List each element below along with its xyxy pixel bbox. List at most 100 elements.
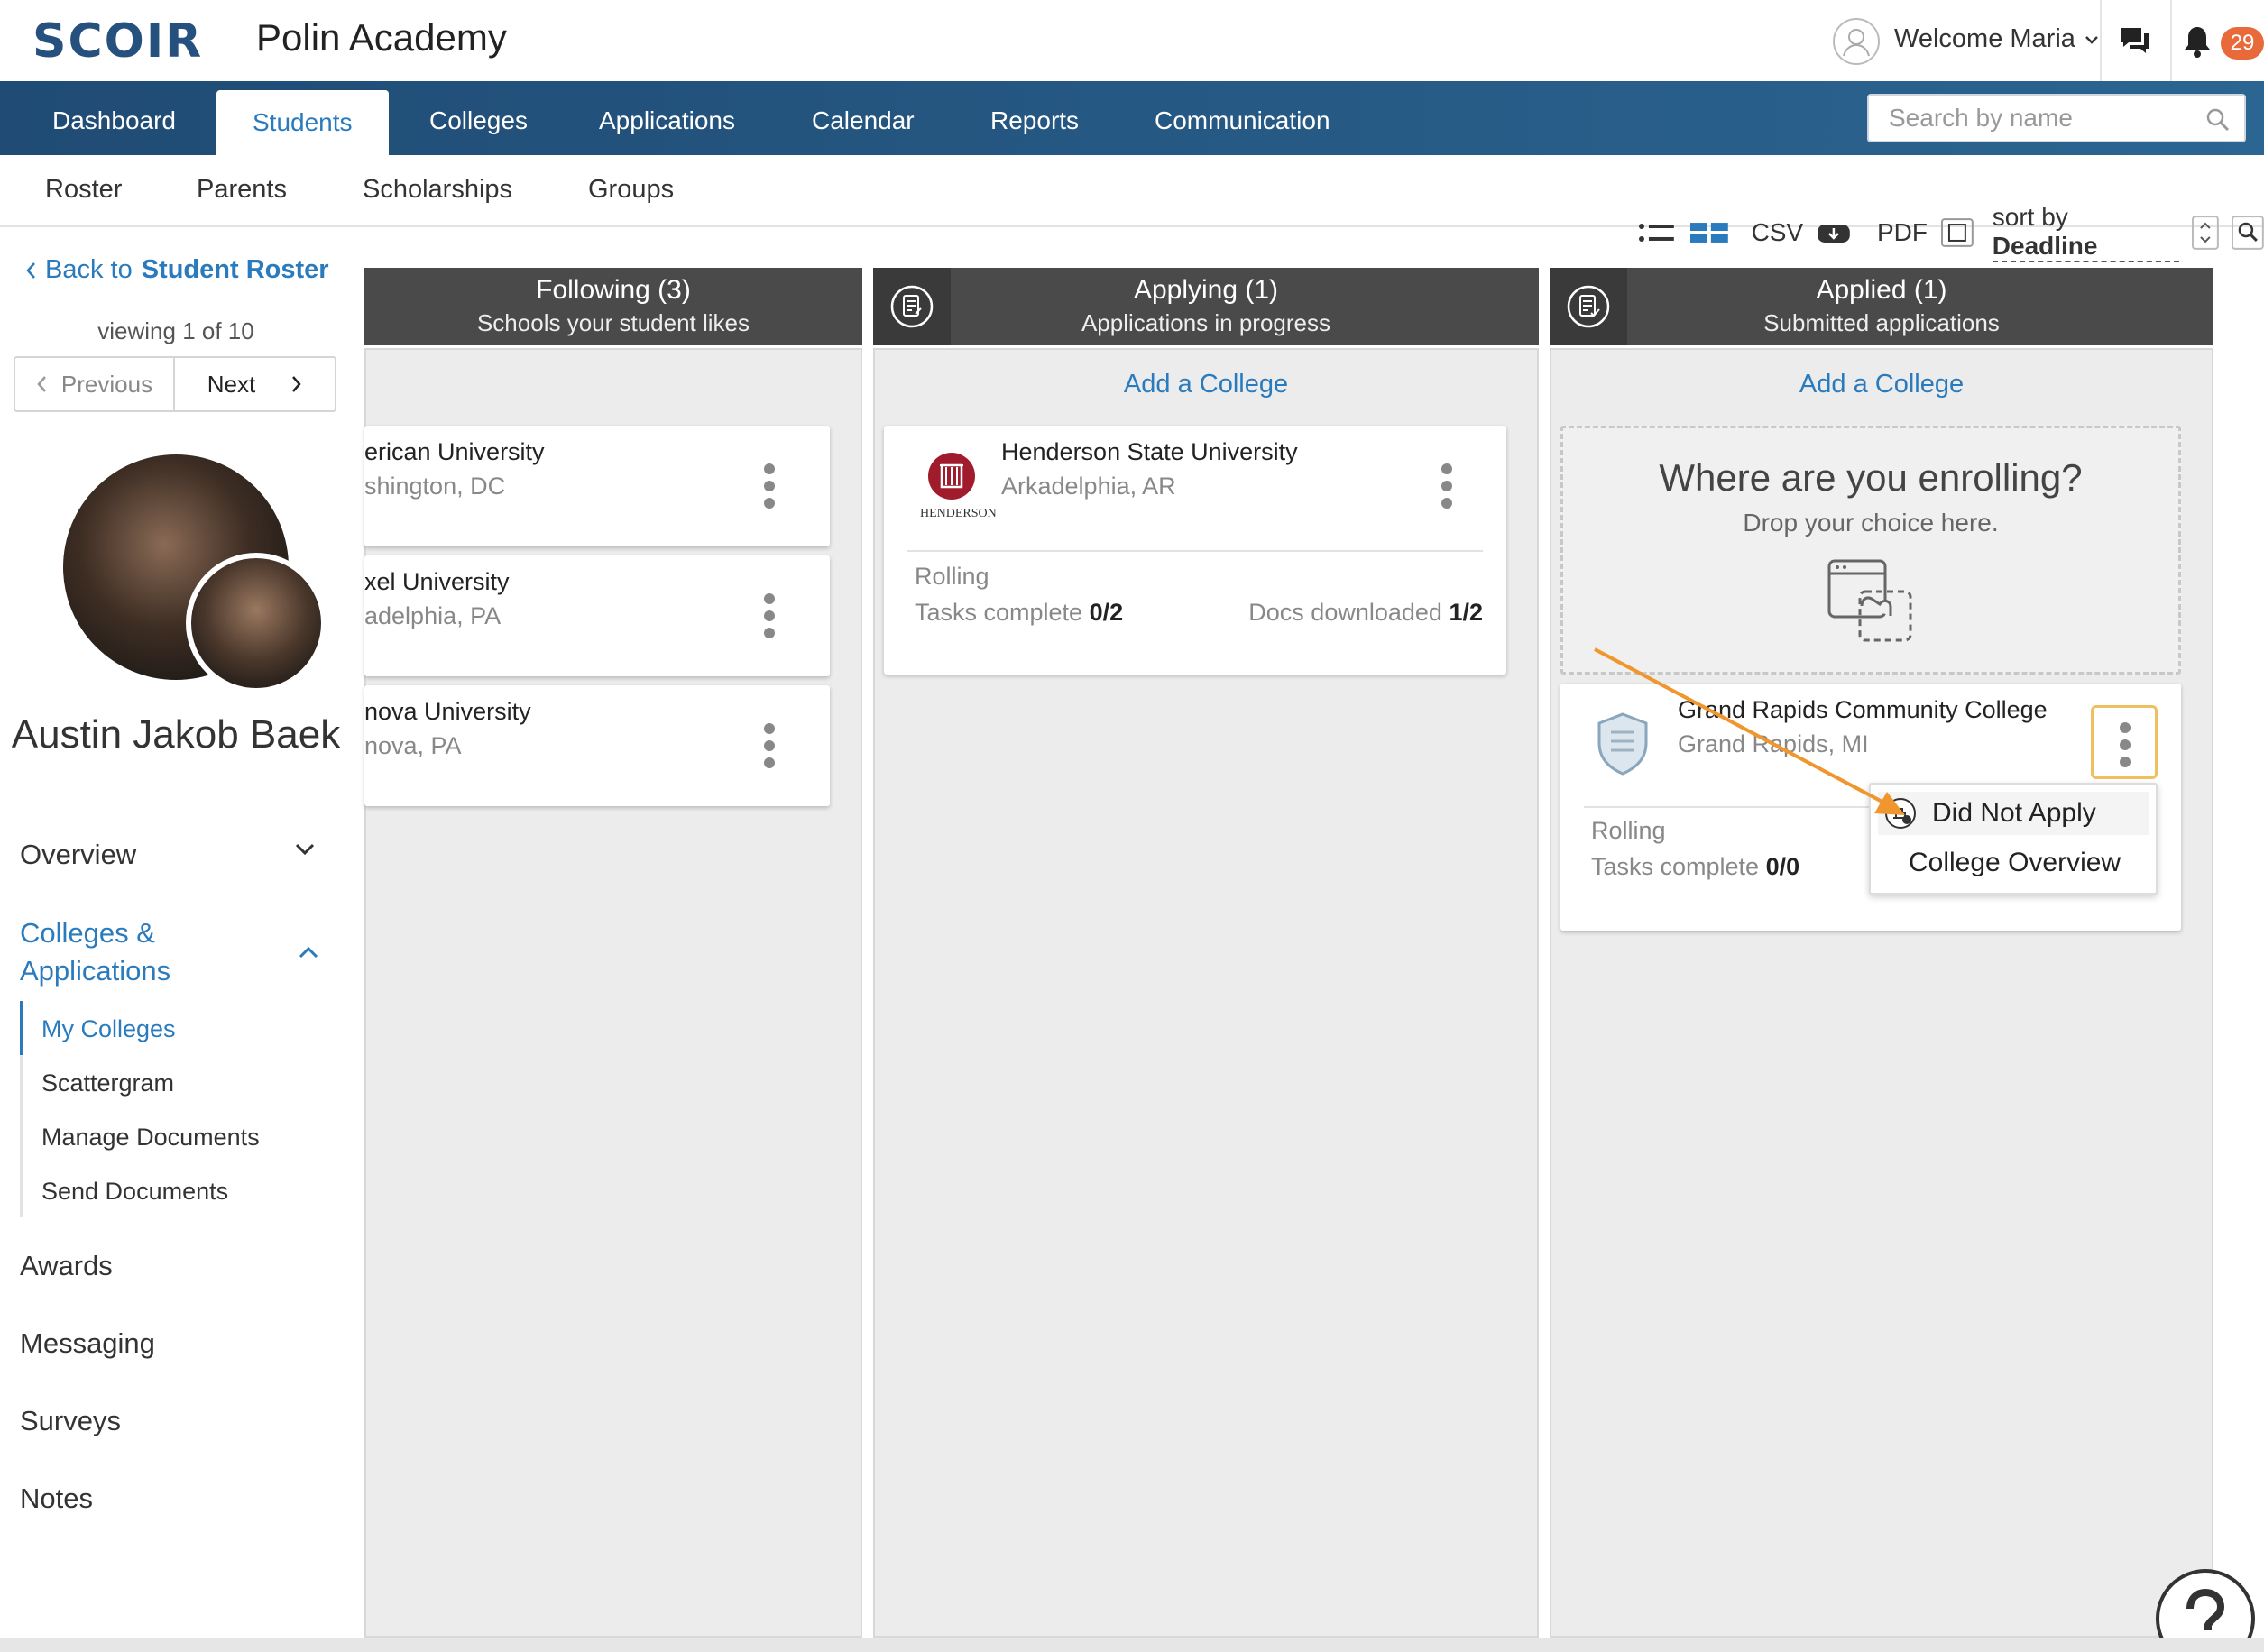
college-card[interactable]: nova University nova, PA [364,685,830,806]
submenu-active-indicator [20,1001,23,1055]
chevron-left-icon [37,376,46,392]
sidebar-item-my-colleges[interactable]: My Colleges [41,1015,176,1043]
college-name: xel University [364,568,510,595]
subtab-groups[interactable]: Groups [588,175,674,205]
divider [2170,0,2172,81]
school-name: Polin Academy [256,16,507,59]
previous-button[interactable]: Previous [15,358,175,410]
college-name: Henderson State University [1001,438,1298,465]
more-options-icon[interactable] [763,593,776,645]
column-title: Applying (1) [1133,275,1279,305]
sidebar-item-colleges-applications[interactable]: Colleges & Applications [20,914,170,990]
tab-calendar[interactable]: Calendar [776,81,951,155]
sort-value: Deadline [1992,232,2098,260]
sidebar-item-overview[interactable]: Overview [20,839,136,871]
chat-icon[interactable] [2118,25,2152,58]
column-icon [1550,268,1627,345]
notification-badge[interactable]: 29 [2221,27,2264,60]
chevron-down-icon[interactable] [294,842,316,857]
bell-icon[interactable] [2181,23,2213,60]
college-card[interactable]: erican University shington, DC [364,426,830,546]
sidebar-item-messaging[interactable]: Messaging [20,1327,155,1360]
college-location: nova, PA [364,732,462,759]
user-avatar-icon[interactable] [1833,18,1880,65]
college-card[interactable]: HENDERSON Henderson State University Ark… [884,426,1506,675]
menu-item-college-overview[interactable]: College Overview [1909,848,2121,878]
csv-label[interactable]: CSV [1752,218,1804,247]
previous-label: Previous [60,370,153,398]
tab-applications[interactable]: Applications [563,81,771,155]
divider [2100,0,2102,81]
column-subtitle: Applications in progress [1081,309,1331,336]
chevron-up-icon[interactable] [298,945,319,959]
column-subtitle: Submitted applications [1763,309,2000,336]
sidebar-item-surveys[interactable]: Surveys [20,1405,121,1437]
back-to-roster-link[interactable]: Back to Student Roster [25,255,329,285]
column-header-following: Following (3) Schools your student likes [364,268,862,345]
chevron-right-icon [292,376,301,392]
college-card[interactable]: xel University adelphia, PA [364,555,830,676]
column-header-applying: Applying (1) Applications in progress [873,268,1539,345]
search-icon[interactable] [2204,106,2232,133]
subtab-parents[interactable]: Parents [197,175,287,205]
henderson-logo: HENDERSON [920,451,997,523]
henderson-logo-text: HENDERSON [920,507,997,520]
sidebar-item-manage-documents[interactable]: Manage Documents [41,1124,260,1152]
scoir-logo[interactable]: SCOIR [32,14,203,69]
more-options-icon[interactable] [763,723,776,775]
student-name: Austin Jakob Baek [11,712,341,757]
viewing-count: viewing 1 of 10 [97,317,254,344]
user-menu[interactable]: Welcome Maria [1894,24,2099,54]
document-check-icon [1567,285,1610,328]
next-button[interactable]: Next [175,358,335,410]
search-input[interactable] [1869,96,2194,141]
download-cloud-icon[interactable] [1816,219,1852,246]
drag-drop-icon [1827,559,1912,642]
add-college-link[interactable]: Add a College [873,370,1539,399]
column-header-applied: Applied (1) Submitted applications [1550,268,2213,345]
tab-dashboard[interactable]: Dashboard [16,81,212,155]
drop-zone-subtitle: Drop your choice here. [1743,509,1999,537]
subtab-roster[interactable]: Roster [45,175,122,205]
search-icon[interactable] [2232,216,2264,250]
student-photo-thumbnail[interactable] [186,553,327,693]
chevron-down-icon [2085,35,2098,44]
sidebar-item-awards[interactable]: Awards [20,1250,113,1282]
back-prefix: Back to [45,255,133,284]
more-options-icon[interactable] [763,463,776,515]
colleges-apps-line2: Applications [20,955,171,987]
welcome-text: Welcome Maria [1894,24,2075,53]
print-icon[interactable] [1940,217,1974,248]
card-divider [907,550,1483,552]
pager: Previous Next [14,356,336,412]
deadline: Rolling [915,563,989,590]
sort-prefix: sort by [1992,203,2068,231]
sidebar-item-send-documents[interactable]: Send Documents [41,1178,228,1206]
column-subtitle: Schools your student likes [476,309,750,336]
column-title: Following (3) [536,275,691,305]
docs-value: 1/2 [1449,599,1483,626]
subtab-scholarships[interactable]: Scholarships [363,175,512,205]
college-name: erican University [364,438,545,465]
menu-label: Did Not Apply [1932,798,2096,828]
list-view-icon[interactable] [1638,219,1676,246]
docs-label: Docs downloaded [1248,599,1442,626]
tab-colleges[interactable]: Colleges [393,81,564,155]
sidebar-item-scattergram[interactable]: Scattergram [41,1069,174,1097]
board-view-icon[interactable] [1689,219,1730,246]
chevron-left-icon [26,262,35,279]
tab-students[interactable]: Students [216,90,389,155]
sort-control[interactable]: sort by Deadline [1992,203,2180,262]
tasks-complete: Tasks complete 0/2 [915,599,1123,627]
add-college-link[interactable]: Add a College [1550,370,2213,399]
more-options-icon[interactable] [1440,463,1453,515]
pdf-label[interactable]: PDF [1877,218,1928,247]
sort-order-icon[interactable] [2192,216,2220,250]
sidebar-item-notes[interactable]: Notes [20,1482,93,1515]
tasks-value: 0/2 [1089,599,1124,626]
next-label: Next [207,370,256,398]
tab-communication[interactable]: Communication [1118,81,1367,155]
column-icon [873,268,951,345]
more-options-button[interactable] [2091,705,2158,779]
tab-reports[interactable]: Reports [954,81,1115,155]
